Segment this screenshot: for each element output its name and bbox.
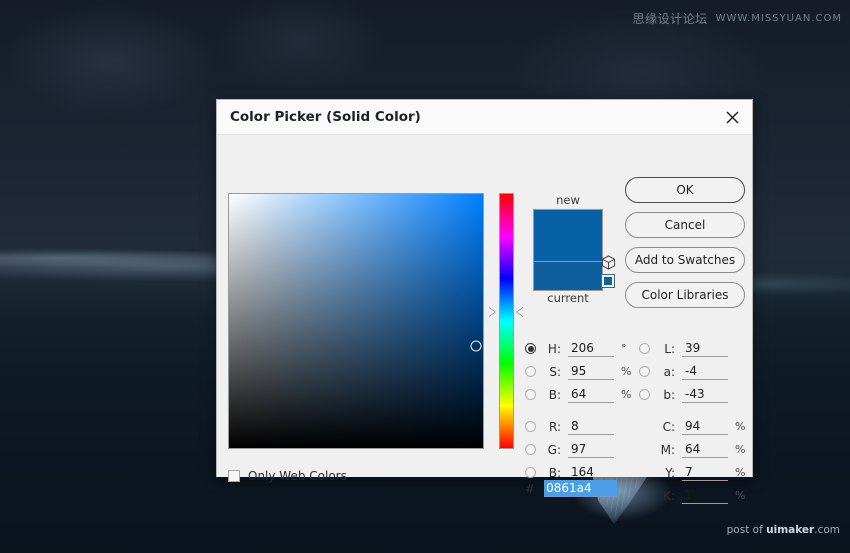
- hex-input[interactable]: [544, 480, 617, 497]
- watermark-bottom: post of uimaker.com: [727, 524, 840, 536]
- only-web-colors-checkbox[interactable]: Only Web Colors: [228, 469, 347, 483]
- radio-a[interactable]: [639, 366, 650, 377]
- unit-y: %: [735, 466, 751, 479]
- field-row-s: S: %: [525, 360, 637, 383]
- hue-slider[interactable]: [496, 193, 515, 449]
- radio-h[interactable]: [525, 343, 536, 354]
- radio-g[interactable]: [525, 444, 536, 455]
- preview-new-label: new: [523, 193, 613, 209]
- label-b-brightness: B:: [543, 388, 561, 402]
- color-libraries-button[interactable]: Color Libraries: [625, 282, 745, 308]
- unit-c: %: [735, 420, 751, 433]
- label-s: S:: [543, 365, 561, 379]
- unit-m: %: [735, 443, 751, 456]
- field-row-y: Y: %: [639, 461, 751, 484]
- field-row-a: a:: [639, 360, 751, 383]
- hue-gradient-bar[interactable]: [499, 193, 514, 449]
- hsb-rgb-fields: H: ° S: % B: % R:: [525, 337, 637, 484]
- out-of-gamut-warning-icon[interactable]: [601, 255, 616, 270]
- checkbox-box[interactable]: [228, 470, 240, 482]
- swatch-current[interactable]: [533, 261, 603, 291]
- input-y[interactable]: [682, 465, 728, 481]
- label-m: M:: [657, 443, 675, 457]
- radio-s[interactable]: [525, 366, 536, 377]
- field-row-b-lab: b:: [639, 383, 751, 406]
- watermark-post-brand: uimaker: [766, 524, 814, 536]
- watermark-forum-name: 思缘设计论坛: [633, 10, 708, 27]
- dialog-body: Only Web Colors new current OK Cancel Ad…: [217, 135, 752, 477]
- label-a: a:: [657, 365, 675, 379]
- hue-marker-right-icon[interactable]: [516, 307, 523, 317]
- dialog-buttons: OK Cancel Add to Swatches Color Librarie…: [625, 177, 745, 317]
- unit-h: °: [621, 342, 637, 355]
- input-h[interactable]: [568, 341, 614, 357]
- radio-r[interactable]: [525, 421, 536, 432]
- swatch-new[interactable]: [533, 209, 603, 261]
- saturation-brightness-field[interactable]: [228, 193, 484, 449]
- input-s[interactable]: [568, 364, 614, 380]
- input-c[interactable]: [682, 419, 728, 435]
- input-m[interactable]: [682, 442, 728, 458]
- dialog-title: Color Picker (Solid Color): [230, 109, 421, 125]
- unit-k: %: [735, 489, 751, 502]
- input-b-blue[interactable]: [568, 465, 614, 481]
- ok-button[interactable]: OK: [625, 177, 745, 203]
- input-k[interactable]: [682, 488, 728, 504]
- label-y: Y:: [657, 466, 675, 480]
- radio-b-blue[interactable]: [525, 467, 536, 478]
- web-safe-color-icon[interactable]: [601, 274, 615, 288]
- field-row-l: L:: [639, 337, 751, 360]
- input-b-lab[interactable]: [682, 387, 728, 403]
- input-l[interactable]: [682, 341, 728, 357]
- dialog-titlebar[interactable]: Color Picker (Solid Color): [217, 100, 752, 135]
- sv-cursor-handle[interactable]: [471, 341, 482, 352]
- unit-s: %: [621, 365, 637, 378]
- radio-b-brightness[interactable]: [525, 389, 536, 400]
- preview-current-label: current: [523, 291, 613, 307]
- input-g[interactable]: [568, 442, 614, 458]
- color-preview: new current: [523, 193, 613, 307]
- input-b-brightness[interactable]: [568, 387, 614, 403]
- watermark-top: 思缘设计论坛 WWW.MISSYUAN.COM: [633, 10, 842, 27]
- color-picker-dialog: Color Picker (Solid Color) Only Web Colo…: [216, 99, 753, 477]
- label-b-blue: B:: [543, 466, 561, 480]
- field-row-b-brightness: B: %: [525, 383, 637, 406]
- sv-gradient: [229, 194, 483, 448]
- radio-l[interactable]: [639, 343, 650, 354]
- only-web-colors-label: Only Web Colors: [248, 469, 347, 483]
- watermark-post-prefix: post of: [727, 524, 766, 536]
- field-row-r: R:: [525, 415, 637, 438]
- unit-b-brightness: %: [621, 388, 637, 401]
- radio-b-lab[interactable]: [639, 389, 650, 400]
- lab-cmyk-fields: L: a: b: C: %: [639, 337, 751, 507]
- label-k: K:: [657, 489, 675, 503]
- add-to-swatches-button[interactable]: Add to Swatches: [625, 247, 745, 273]
- label-l: L:: [657, 342, 675, 356]
- hex-hash-label: #: [525, 482, 535, 496]
- watermark-site-url: WWW.MISSYUAN.COM: [716, 13, 842, 24]
- label-g: G:: [543, 443, 561, 457]
- label-h: H:: [543, 342, 561, 356]
- cancel-button[interactable]: Cancel: [625, 212, 745, 238]
- input-a[interactable]: [682, 364, 728, 380]
- input-r[interactable]: [568, 419, 614, 435]
- label-c: C:: [657, 420, 675, 434]
- field-row-c: C: %: [639, 415, 751, 438]
- close-icon[interactable]: [712, 100, 752, 135]
- hue-marker-left-icon[interactable]: [489, 307, 496, 317]
- hex-field-row: #: [525, 480, 617, 497]
- field-row-g: G:: [525, 438, 637, 461]
- label-r: R:: [543, 420, 561, 434]
- web-safe-swatch: [604, 277, 612, 285]
- field-row-h: H: °: [525, 337, 637, 360]
- field-row-m: M: %: [639, 438, 751, 461]
- watermark-post-suffix: .com: [814, 524, 840, 536]
- field-row-k: K: %: [639, 484, 751, 507]
- label-b-lab: b:: [657, 388, 675, 402]
